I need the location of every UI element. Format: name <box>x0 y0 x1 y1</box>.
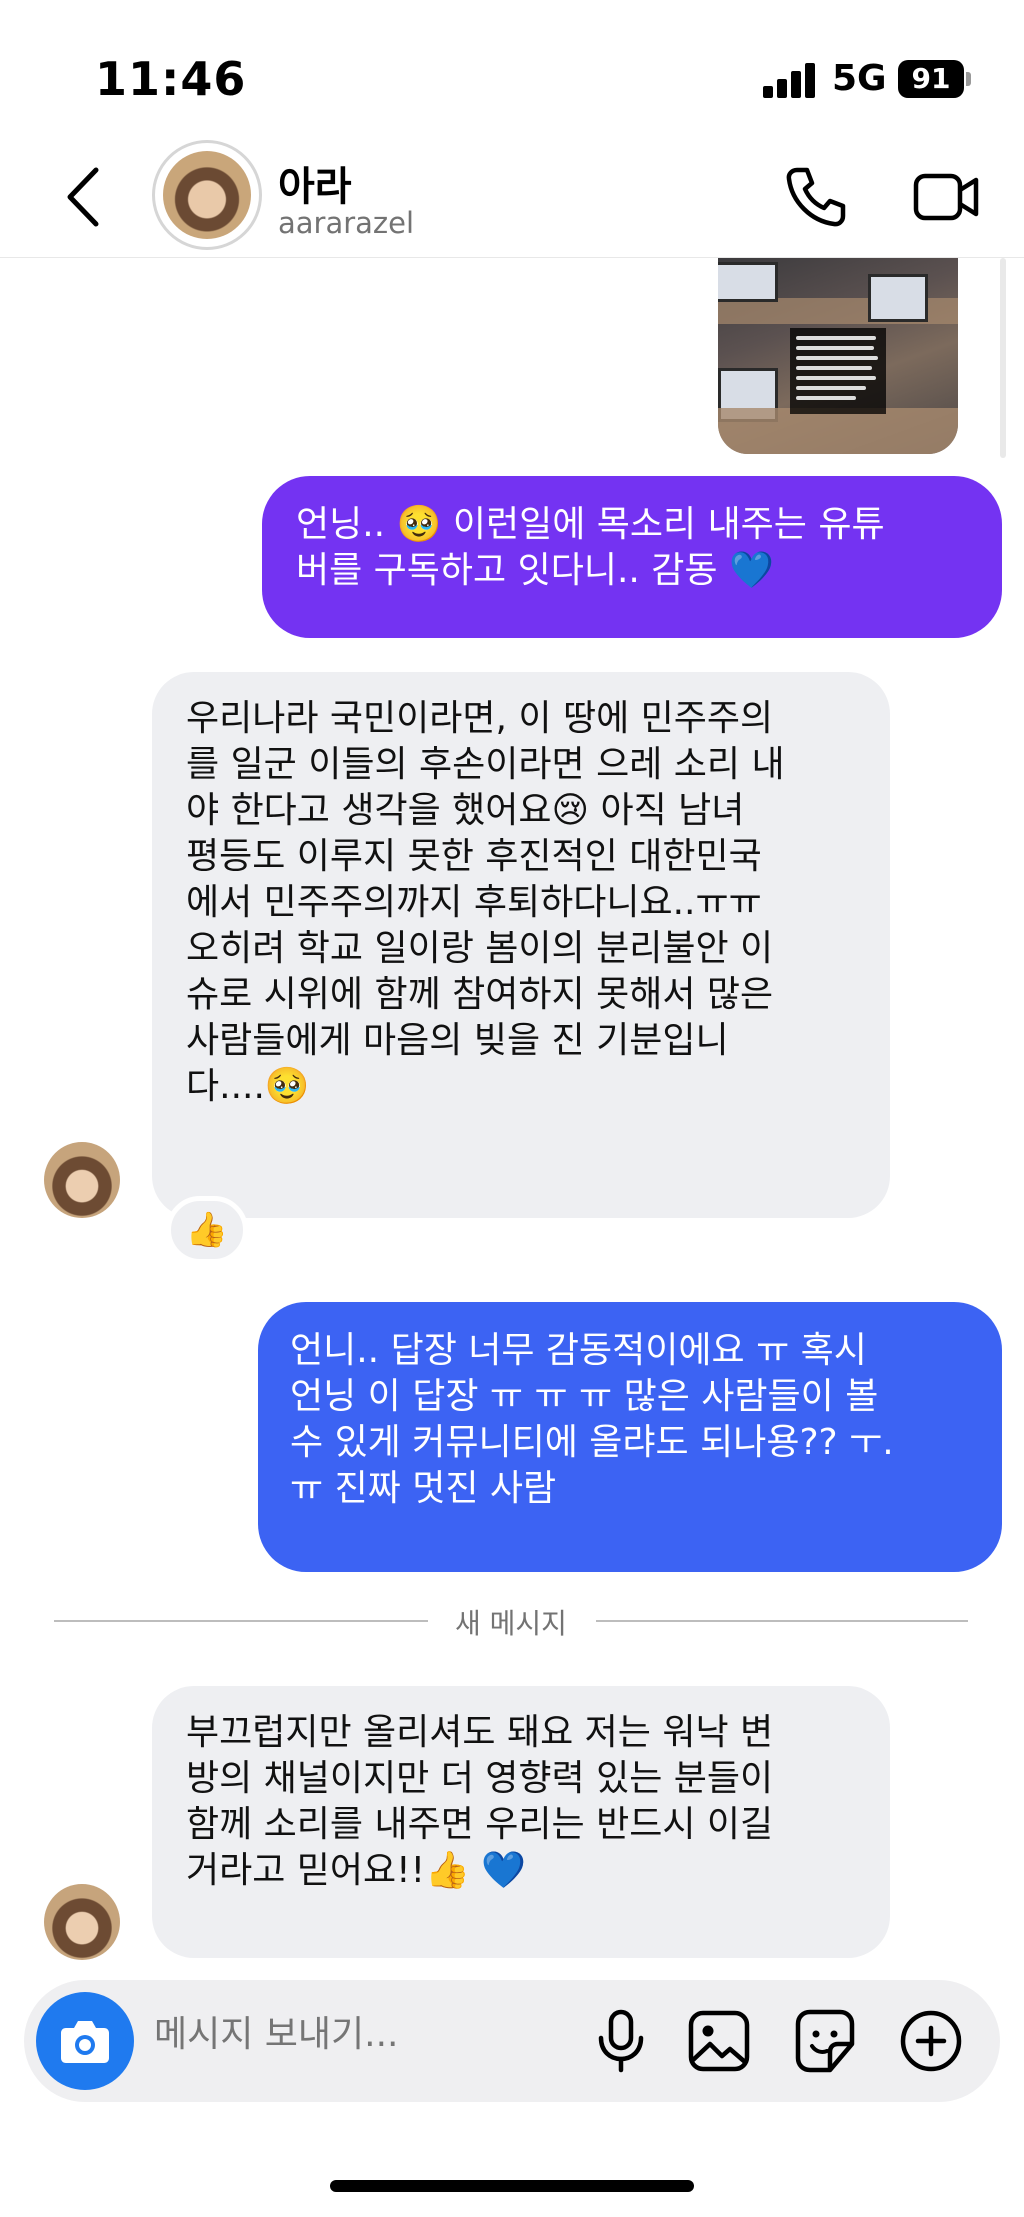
message-bubble-received[interactable]: 부끄럽지만 올리셔도 돼요 저는 워낙 변 방의 채널이지만 더 영향력 있는 … <box>152 1686 890 1958</box>
message-line: 부끄럽지만 올리셔도 돼요 저는 워낙 변 <box>186 1712 774 1753</box>
camera-button[interactable] <box>36 1992 134 2090</box>
new-messages-label: 새 메시지 <box>455 1607 567 1640</box>
phone-icon <box>786 167 846 227</box>
chat-header: 아라 aararazel <box>0 140 1024 258</box>
back-chevron-icon <box>67 167 99 227</box>
voice-call-button[interactable] <box>783 164 849 230</box>
sender-avatar[interactable] <box>44 1142 120 1218</box>
message-line: 버를 구독하고 잇다니.. 감동 💙 <box>296 550 774 591</box>
photo-monitor <box>718 262 778 302</box>
message-line: 에서 민주주의까지 후퇴하다니요..ㅠㅠ <box>186 882 762 923</box>
message-line: 우리나라 국민이라면, 이 땅에 민주주의 <box>186 698 774 739</box>
sender-avatar[interactable] <box>44 1884 120 1960</box>
gallery-button[interactable] <box>684 2004 754 2078</box>
network-type: 5G <box>832 58 887 99</box>
sticker-button[interactable] <box>790 2004 860 2078</box>
image-icon <box>688 2010 750 2072</box>
message-line: 오히려 학교 일이랑 봄이의 분리불안 이 <box>186 928 774 969</box>
home-indicator[interactable] <box>330 2180 694 2192</box>
message-line: 를 일군 이들의 후손이라면 으레 소리 내 <box>186 744 785 785</box>
status-time: 11:46 <box>95 52 247 106</box>
photo-desk <box>718 408 958 454</box>
message-input[interactable] <box>154 2014 574 2055</box>
voice-message-button[interactable] <box>586 2004 656 2078</box>
message-line: 수 있게 커뮤니티에 올랴도 되나용?? ㅜ. <box>290 1422 894 1463</box>
message-line: 사람들에게 마음의 빚을 진 기분입니 <box>186 1020 729 1061</box>
thumbs-up-icon: 👍 <box>185 1210 229 1250</box>
message-reaction[interactable]: 👍 <box>166 1196 248 1264</box>
message-bubble-received[interactable]: 우리나라 국민이라면, 이 땅에 민주주의 를 일군 이들의 후손이라면 으레 … <box>152 672 890 1218</box>
message-bubble-sent[interactable]: 언니.. 답장 너무 감동적이에요 ㅠ 혹시 언닝 이 답장 ㅠ ㅠ ㅠ 많은 … <box>258 1302 1002 1572</box>
message-line: ㅠ 진짜 멋진 사람 <box>290 1468 557 1509</box>
contact-handle[interactable]: aararazel <box>278 206 414 240</box>
avatar-image <box>163 151 251 239</box>
message-line: 다....🥹 <box>186 1066 310 1107</box>
message-line: 언니.. 답장 너무 감동적이에요 ㅠ 혹시 <box>290 1330 867 1371</box>
message-bubble-sent[interactable]: 언닝.. 🥹 이런일에 목소리 내주는 유튜 버를 구독하고 잇다니.. 감동 … <box>262 476 1002 638</box>
new-messages-divider <box>596 1620 968 1622</box>
message-line: 슈로 시위에 함께 참여하지 못해서 많은 <box>186 974 774 1015</box>
photo-caption-overlay <box>790 328 886 414</box>
contact-avatar[interactable] <box>152 140 262 250</box>
message-line: 함께 소리를 내주면 우리는 반드시 이길 <box>186 1804 774 1845</box>
contact-name[interactable]: 아라 <box>278 154 352 212</box>
message-line: 언닝.. 🥹 이런일에 목소리 내주는 유튜 <box>296 504 885 545</box>
video-camera-icon <box>913 173 979 221</box>
message-line: 언닝 이 답장 ㅠ ㅠ ㅠ 많은 사람들이 볼 <box>290 1376 879 1417</box>
message-line: 거라고 믿어요!!👍 💙 <box>186 1850 527 1891</box>
message-composer <box>24 1980 1000 2102</box>
message-line: 방의 채널이지만 더 영향력 있는 분들이 <box>186 1758 774 1799</box>
cellular-signal-icon <box>763 62 817 98</box>
scrollbar[interactable] <box>1000 258 1006 458</box>
plus-icon <box>900 2010 962 2072</box>
status-bar: 11:46 5G 91 <box>0 0 1024 140</box>
shared-photo[interactable] <box>718 258 958 454</box>
battery-level: 91 <box>911 62 951 95</box>
new-messages-divider <box>54 1620 428 1622</box>
message-line: 야 한다고 생각을 했어요😢 아직 남녀 <box>186 790 745 831</box>
photo-monitor <box>868 274 928 322</box>
video-call-button[interactable] <box>912 164 982 230</box>
sticker-icon <box>795 2009 855 2073</box>
back-button[interactable] <box>60 162 110 232</box>
message-line: 평등도 이루지 못한 후진적인 대한민국 <box>186 836 762 877</box>
battery-tip <box>966 72 971 86</box>
battery-icon: 91 <box>898 60 964 98</box>
microphone-icon <box>598 2009 644 2073</box>
camera-icon <box>61 2021 109 2063</box>
more-options-button[interactable] <box>896 2004 966 2078</box>
